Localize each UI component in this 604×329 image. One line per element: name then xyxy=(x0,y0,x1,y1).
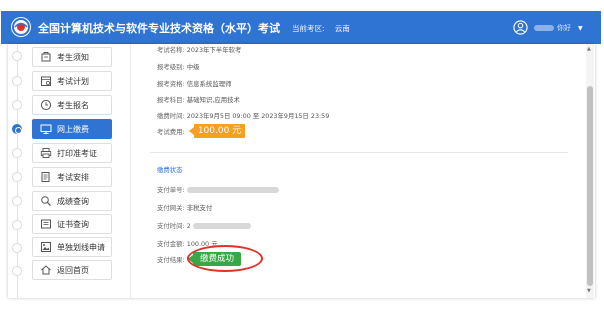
field-value: 基础知识,应用技术 xyxy=(186,96,240,104)
sidebar-item-return-home[interactable]: 返回首页 xyxy=(32,260,112,280)
user-name-redacted xyxy=(534,25,554,31)
logo-icon xyxy=(11,17,31,37)
field-value: 信息系统监理师 xyxy=(186,80,232,88)
field-value: 2023年9月5日 09:00 至 2023年9月15日 23:59 xyxy=(186,112,330,120)
region-label: 当前考区: xyxy=(292,24,325,33)
step-dot xyxy=(12,51,22,61)
clock-icon xyxy=(40,99,52,111)
user-avatar-icon[interactable] xyxy=(513,20,528,35)
field-label: 支付单号: xyxy=(157,186,185,194)
document-icon xyxy=(40,171,52,183)
field-value: 非税支付 xyxy=(186,204,213,212)
payment-time-row: 支付时间: 2 xyxy=(157,221,251,230)
payment-period-row: 缴费时间: 2023年9月5日 09:00 至 2023年9月15日 23:59 xyxy=(157,111,329,120)
payment-result-row: 支付结果: xyxy=(157,255,185,264)
region-value: 云南 xyxy=(334,24,350,33)
sidebar-item-label: 考试计划 xyxy=(57,76,89,86)
image-icon xyxy=(40,241,52,253)
field-label: 考试费用: xyxy=(157,128,185,136)
payment-status-title: 缴费状态 xyxy=(157,166,183,174)
field-label: 考试名称: xyxy=(157,46,185,54)
field-label: 支付时间: xyxy=(157,222,185,230)
printer-icon xyxy=(40,147,52,159)
certificate-icon xyxy=(40,218,52,230)
order-number-row: 支付单号: xyxy=(157,185,279,194)
sidebar-item-label: 考生报名 xyxy=(57,100,89,110)
sidebar-item-label: 证书查询 xyxy=(57,219,89,229)
step-dot xyxy=(12,196,22,206)
field-value: 中级 xyxy=(186,63,200,71)
step-dot xyxy=(12,220,22,230)
field-label: 缴费时间: xyxy=(157,112,185,120)
field-label: 报考级别: xyxy=(157,63,185,71)
app-title: 全国计算机技术与软件专业技术资格（水平）考试 xyxy=(38,22,280,35)
sidebar-item-exam-notice[interactable]: 考生须知 xyxy=(32,47,112,67)
sidebar-item-score-query[interactable]: 成绩查询 xyxy=(32,191,112,211)
sidebar-item-label: 单独划线申请 xyxy=(57,242,105,252)
scroll-down-icon[interactable]: ▼ xyxy=(587,288,591,294)
sidebar-item-label: 考试安排 xyxy=(57,172,89,182)
magnifier-icon xyxy=(40,195,52,207)
gateway-row: 支付网关: 非税支付 xyxy=(157,203,212,212)
step-dot xyxy=(12,148,22,158)
sidebar-item-label: 打印准考证 xyxy=(57,148,97,158)
scrollbar-thumb[interactable] xyxy=(587,86,593,286)
sidebar-item-registration[interactable]: 考生报名 xyxy=(32,95,112,115)
sidebar-item-label: 考生须知 xyxy=(57,52,89,62)
sidebar-item-exam-schedule[interactable]: 考试安排 xyxy=(32,167,112,187)
sidebar-item-certificate-query[interactable]: 证书查询 xyxy=(32,214,112,234)
exam-qualification-row: 报考资格: 信息系统监理师 xyxy=(157,79,232,88)
redacted-value xyxy=(186,187,279,193)
step-dot-active xyxy=(12,124,22,134)
field-value: 2 xyxy=(186,222,191,230)
step-dot xyxy=(12,172,22,182)
sidebar-item-label: 网上缴费 xyxy=(57,124,89,134)
home-icon xyxy=(40,264,52,276)
user-greeting: 你好 xyxy=(557,24,571,32)
exam-subject-row: 报考科目: 基础知识,应用技术 xyxy=(157,95,240,104)
exam-level-row: 报考级别: 中级 xyxy=(157,62,200,71)
step-dot xyxy=(12,100,22,110)
red-circle-annotation xyxy=(187,245,263,272)
field-label: 报考科目: xyxy=(157,96,185,104)
user-name[interactable]: 你好 xyxy=(534,23,571,33)
field-label: 报考资格: xyxy=(157,80,185,88)
sidebar-item-label: 成绩查询 xyxy=(57,196,89,206)
redacted-value xyxy=(192,223,251,229)
sidebar-item-online-payment[interactable]: 网上缴费 xyxy=(32,119,112,139)
sidebar-item-print-admission[interactable]: 打印准考证 xyxy=(32,143,112,163)
notice-icon xyxy=(40,51,52,63)
sidebar-item-separate-line-application[interactable]: 单独划线申请 xyxy=(32,237,112,257)
chevron-down-icon[interactable]: ▼ xyxy=(578,25,583,32)
step-dot xyxy=(12,243,22,253)
sidebar-item-label: 返回首页 xyxy=(57,265,89,275)
section-divider xyxy=(150,152,568,153)
calendar-icon xyxy=(40,75,52,87)
step-dot xyxy=(12,266,22,276)
fee-amount-tag: 100.00 元 xyxy=(189,124,245,138)
scroll-up-icon[interactable]: ▲ xyxy=(587,46,591,52)
field-label: 支付网关: xyxy=(157,204,185,212)
exam-fee-row: 考试费用: xyxy=(157,127,185,136)
content-divider xyxy=(130,44,131,298)
sidebar-item-exam-plan[interactable]: 考试计划 xyxy=(32,71,112,91)
field-value: 2023年下半年软考 xyxy=(186,46,242,54)
field-label: 支付金额: xyxy=(157,240,185,248)
monitor-icon xyxy=(40,123,52,135)
current-region: 当前考区: 云南 xyxy=(292,23,350,34)
field-label: 支付结果: xyxy=(157,256,185,264)
exam-name-row: 考试名称: 2023年下半年软考 xyxy=(157,45,241,54)
top-header: 全国计算机技术与软件专业技术资格（水平）考试 当前考区: 云南 你好 ▼ xyxy=(1,11,601,44)
step-dot xyxy=(12,76,22,86)
